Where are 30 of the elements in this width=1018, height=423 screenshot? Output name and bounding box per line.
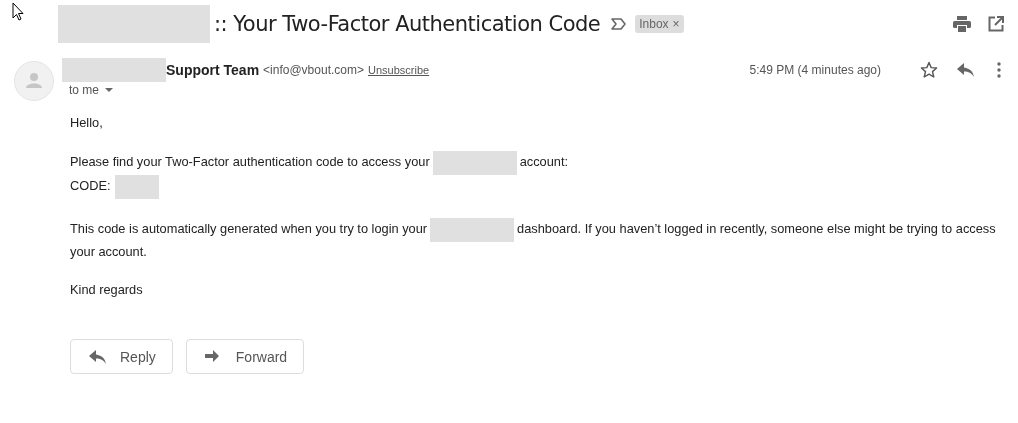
sender-name: Support Team — [166, 62, 260, 78]
star-icon[interactable] — [920, 61, 938, 79]
reply-icon — [89, 349, 106, 364]
reply-button[interactable]: Reply — [70, 339, 173, 374]
reply-icon[interactable] — [957, 63, 975, 77]
sender-email: <info@vbout.com> — [263, 63, 364, 77]
message-text: Please find your Two-Factor authentication code to access your — [70, 154, 430, 170]
message-text: dashboard. If you haven’t logged in recently, someone else might be trying to access — [517, 221, 996, 237]
message-text: This code is automatically generated when you try to login your — [70, 221, 428, 237]
remove-label-button[interactable]: × — [672, 16, 680, 31]
message-text: your account. — [70, 244, 147, 259]
message-text: account: — [519, 154, 569, 170]
more-options-icon[interactable] — [997, 62, 1001, 78]
message-text: Hello, — [70, 115, 103, 130]
message-text: CODE: — [70, 178, 111, 194]
avatar-icon — [14, 61, 54, 101]
print-icon[interactable] — [953, 15, 971, 32]
importance-marker-icon[interactable] — [610, 16, 629, 31]
unsubscribe-link[interactable]: Unsubscribe — [368, 64, 430, 76]
message-text: Kind regards — [70, 282, 143, 297]
mouse-cursor-icon — [12, 2, 24, 21]
message-time: 5:49 PM (4 minutes ago) — [749, 63, 881, 77]
recipient-dropdown[interactable]: to me — [69, 83, 113, 97]
inbox-label: Inbox × — [635, 14, 684, 33]
caret-icon — [105, 88, 113, 92]
forward-icon — [204, 349, 222, 364]
redaction-block — [114, 175, 159, 199]
email-subject: :: Your Two-Factor Authentication Code — [214, 11, 601, 36]
forward-button[interactable]: Forward — [185, 339, 305, 374]
open-in-new-window-icon[interactable] — [988, 15, 1004, 32]
